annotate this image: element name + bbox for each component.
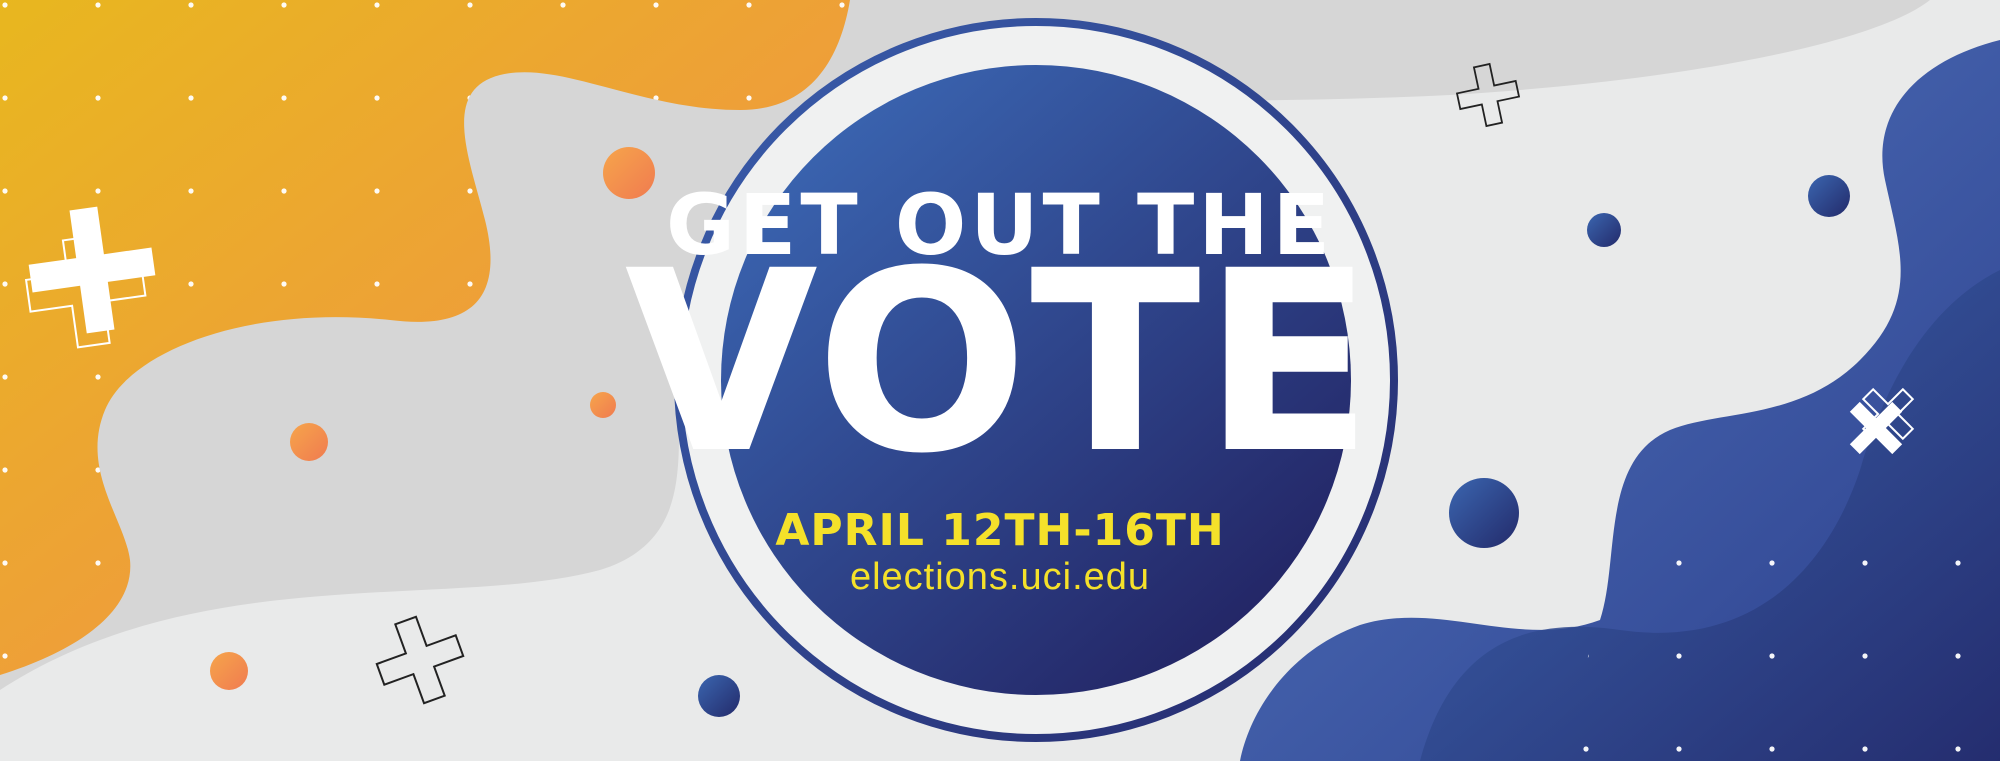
headline-vote: VOTE (624, 217, 1376, 508)
elections-link[interactable]: elections.uci.edu (0, 556, 2000, 599)
blue-dot (698, 675, 740, 717)
orange-dot (210, 652, 248, 690)
event-dates: APRIL 12TH-16TH (775, 505, 1225, 556)
